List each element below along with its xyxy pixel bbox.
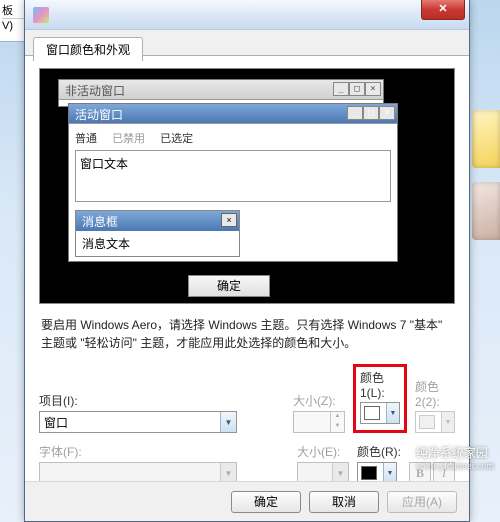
color2-combo: ▼ <box>415 411 455 433</box>
preview-ok-label: 确定 <box>217 279 241 293</box>
chevron-down-icon: ▼ <box>332 463 348 483</box>
color-appearance-dialog: ✕ 窗口颜色和外观 非活动窗口 _ □ × 活动窗口 <box>24 0 470 522</box>
menu-disabled: 已禁用 <box>112 133 145 145</box>
color1-swatch <box>364 406 380 420</box>
fontcolor-field: 颜色(R): ▼ <box>357 443 401 484</box>
preview-messagebox-titlebar: 消息框 × <box>76 211 239 231</box>
tab-label: 窗口颜色和外观 <box>46 43 130 57</box>
color1-label-line2: 1(L): <box>360 386 385 400</box>
fontsize-label: 大小(E): <box>297 443 349 460</box>
maximize-icon: □ <box>349 82 365 96</box>
chevron-down-icon: ▼ <box>383 463 396 483</box>
item-label: 项目(I): <box>39 392 285 409</box>
item-combo[interactable]: 窗口 ▼ <box>39 411 237 433</box>
theme-thumbnail-gold <box>472 110 500 168</box>
chevron-down-icon: ▼ <box>441 412 454 432</box>
app-icon <box>33 7 49 23</box>
color2-field: 颜色 2(2): ▼ <box>415 378 455 433</box>
preview-messagebox-title-text: 消息框 <box>82 215 118 229</box>
color1-label: 颜色 1(L): <box>360 369 400 400</box>
size-label: 大小(Z): <box>293 392 345 409</box>
preview-menubar: 普通 已禁用 已选定 <box>75 128 391 148</box>
close-button[interactable]: ✕ <box>421 0 465 20</box>
font-field: 字体(F): ▼ <box>39 443 289 484</box>
size-spinner: ▲ ▼ <box>293 411 345 433</box>
close-icon: × <box>379 106 395 120</box>
cancel-button[interactable]: 取消 <box>309 491 379 513</box>
close-icon: ✕ <box>438 3 447 15</box>
dialog-content: 非活动窗口 _ □ × 活动窗口 _ □ × <box>25 56 469 496</box>
fontcolor-swatch <box>361 466 377 480</box>
preview-ok-button: 确定 <box>188 275 270 297</box>
chevron-down-icon: ▼ <box>220 463 236 483</box>
form-row-item: 项目(I): 窗口 ▼ 大小(Z): ▲ ▼ <box>39 364 455 433</box>
item-combo-value: 窗口 <box>44 414 68 431</box>
italic-label: I <box>442 466 446 480</box>
size-field: 大小(Z): ▲ ▼ <box>293 392 345 433</box>
ok-button-label: 确定 <box>254 493 278 510</box>
font-label: 字体(F): <box>39 443 289 460</box>
menu-normal: 普通 <box>75 133 97 145</box>
maximize-icon: □ <box>363 106 379 120</box>
theme-thumbnail-rose <box>472 182 500 240</box>
preview-inactive-title-text: 非活动窗口 <box>65 84 125 98</box>
bold-label: B <box>416 466 424 480</box>
info-text: 要启用 Windows Aero，请选择 Windows 主题。只有选择 Win… <box>41 316 453 352</box>
preview-messagebox-body: 消息文本 <box>76 231 239 256</box>
item-field: 项目(I): 窗口 ▼ <box>39 392 285 433</box>
tab-window-color[interactable]: 窗口颜色和外观 <box>33 37 143 61</box>
tab-strip: 窗口颜色和外观 <box>25 30 469 56</box>
color1-label-line1: 颜色 <box>360 371 384 385</box>
preview-active-title-text: 活动窗口 <box>75 108 123 122</box>
color1-combo[interactable]: ▼ <box>360 402 400 424</box>
chevron-down-icon: ▼ <box>220 412 236 432</box>
preview-active-controls: _ □ × <box>347 106 395 120</box>
apply-button-label: 应用(A) <box>402 493 442 510</box>
color2-label: 颜色 2(2): <box>415 378 455 409</box>
spinner-arrows: ▲ ▼ <box>330 412 344 432</box>
preview-window-text: 窗口文本 <box>80 157 128 171</box>
chevron-down-icon: ▼ <box>331 422 344 432</box>
color1-field: 颜色 1(L): ▼ <box>360 369 400 424</box>
minimize-icon: _ <box>333 82 349 96</box>
fontsize-field: 大小(E): ▼ <box>297 443 349 484</box>
close-icon: × <box>221 213 237 227</box>
preview-textarea: 窗口文本 <box>75 150 391 202</box>
color2-swatch <box>419 415 435 429</box>
dialog-titlebar[interactable]: ✕ <box>25 0 469 30</box>
ok-button[interactable]: 确定 <box>231 491 301 513</box>
fontcolor-label: 颜色(R): <box>357 443 401 460</box>
color1-highlight: 颜色 1(L): ▼ <box>353 364 407 433</box>
chevron-down-icon: ▼ <box>386 403 399 423</box>
color2-label-line1: 颜色 <box>415 380 439 394</box>
form-row-font: 字体(F): ▼ 大小(E): ▼ 颜色(R): ▼ <box>39 443 455 484</box>
menu-selected: 已选定 <box>160 133 193 145</box>
preview-active-body: 普通 已禁用 已选定 窗口文本 消息框 × 消息文本 <box>69 124 397 261</box>
dialog-button-bar: 确定 取消 应用(A) <box>25 481 469 521</box>
preview-messagebox: 消息框 × 消息文本 <box>75 210 240 257</box>
preview-area: 非活动窗口 _ □ × 活动窗口 _ □ × <box>39 68 455 304</box>
preview-active-titlebar: 活动窗口 _ □ × <box>69 104 397 124</box>
preview-inactive-controls: _ □ × <box>333 82 381 96</box>
close-icon: × <box>365 82 381 96</box>
preview-messagebox-text: 消息文本 <box>82 237 130 251</box>
cancel-button-label: 取消 <box>332 493 356 510</box>
color2-label-line2: 2(2): <box>415 395 440 409</box>
minimize-icon: _ <box>347 106 363 120</box>
preview-inactive-titlebar: 非活动窗口 _ □ × <box>59 80 383 100</box>
preview-active-window: 活动窗口 _ □ × 普通 已禁用 已选定 窗口文本 <box>68 103 398 262</box>
chevron-up-icon: ▲ <box>331 412 344 422</box>
apply-button: 应用(A) <box>387 491 457 513</box>
